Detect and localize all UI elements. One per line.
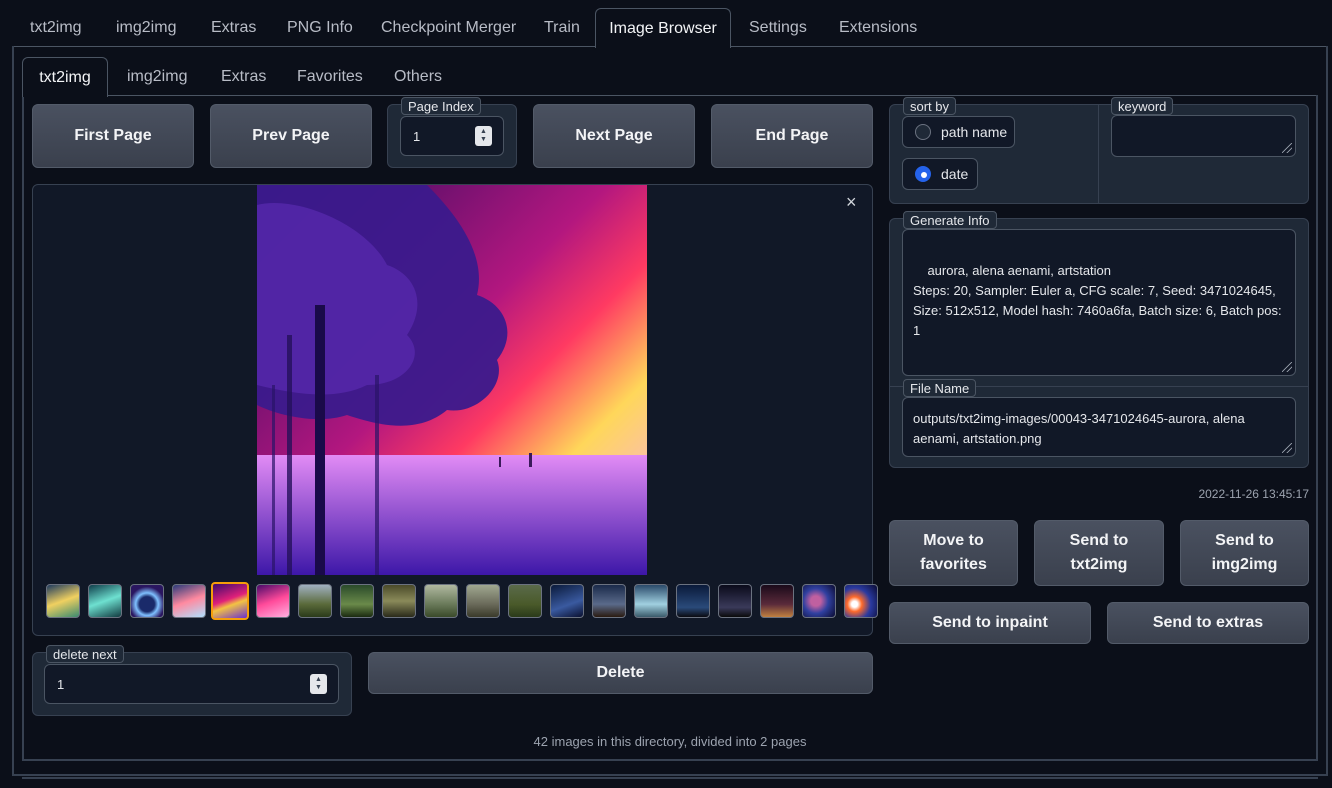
gallery-thumbnail[interactable] bbox=[298, 584, 332, 618]
tab-extensions[interactable]: Extensions bbox=[839, 8, 917, 46]
delete-next-input[interactable]: 1 bbox=[44, 664, 339, 704]
delete-next-stepper[interactable]: ▲ ▼ bbox=[310, 674, 327, 694]
gallery-thumbnail[interactable] bbox=[130, 584, 164, 618]
gallery-thumbnail[interactable] bbox=[508, 584, 542, 618]
sort-option-label: path name bbox=[941, 124, 1008, 140]
delete-button[interactable]: Delete bbox=[368, 652, 873, 694]
tab-image-browser[interactable]: Image Browser bbox=[595, 8, 731, 48]
tab-checkpoint-merger[interactable]: Checkpoint Merger bbox=[381, 8, 516, 46]
gallery-thumbnail[interactable] bbox=[46, 584, 80, 618]
gallery-thumbnail[interactable] bbox=[760, 584, 794, 618]
gallery-thumbnail[interactable] bbox=[424, 584, 458, 618]
subtab-extras[interactable]: Extras bbox=[221, 57, 266, 95]
tab-extras[interactable]: Extras bbox=[211, 8, 256, 46]
end-page-button[interactable]: End Page bbox=[711, 104, 873, 168]
radio-path-name-icon bbox=[915, 124, 931, 140]
resize-grip-icon[interactable] bbox=[1282, 143, 1292, 153]
prev-page-button[interactable]: Prev Page bbox=[210, 104, 372, 168]
page-index-value: 1 bbox=[413, 129, 421, 144]
resize-grip-icon[interactable] bbox=[1282, 443, 1292, 453]
generate-info-textarea[interactable]: aurora, alena aenami, artstation Steps: … bbox=[902, 229, 1296, 376]
next-page-button[interactable]: Next Page bbox=[533, 104, 695, 168]
gallery-thumbnail[interactable] bbox=[550, 584, 584, 618]
send-to-inpaint-button[interactable]: Send to inpaint bbox=[889, 602, 1091, 644]
keyword-label: keyword bbox=[1111, 97, 1174, 115]
keyword-input[interactable] bbox=[1111, 115, 1296, 157]
gallery-thumbnail[interactable] bbox=[718, 584, 752, 618]
subtab-favorites[interactable]: Favorites bbox=[297, 57, 363, 95]
send-to-extras-button[interactable]: Send to extras bbox=[1107, 602, 1309, 644]
gallery-thumbnail[interactable] bbox=[634, 584, 668, 618]
generate-info-label: Generate Info bbox=[903, 211, 997, 229]
timestamp: 2022-11-26 13:45:17 bbox=[1198, 487, 1309, 501]
resize-grip-icon[interactable] bbox=[1282, 362, 1292, 372]
sort-option-label: date bbox=[941, 166, 969, 182]
file-name-text: outputs/txt2img-images/00043-3471024645-… bbox=[913, 411, 1245, 446]
gallery-thumbnail[interactable] bbox=[340, 584, 374, 618]
radio-date-icon bbox=[915, 166, 931, 182]
sort-option-path-name[interactable]: path name bbox=[902, 116, 1015, 148]
generate-info-text: aurora, alena aenami, artstation Steps: … bbox=[913, 263, 1282, 338]
sort-label: sort by bbox=[903, 97, 957, 115]
gallery-thumbnail[interactable] bbox=[256, 584, 290, 618]
gallery-thumbnail[interactable] bbox=[88, 584, 122, 618]
send-to-img2img-button[interactable]: Send to img2img bbox=[1180, 520, 1309, 586]
gallery-thumbnail[interactable] bbox=[172, 584, 206, 618]
status-text: 42 images in this directory, divided int… bbox=[533, 734, 807, 749]
first-page-button[interactable]: First Page bbox=[32, 104, 194, 168]
tab-train[interactable]: Train bbox=[544, 8, 580, 46]
preview-art bbox=[257, 185, 647, 575]
bottom-divider bbox=[22, 777, 1318, 779]
page-index-stepper[interactable]: ▲ ▼ bbox=[475, 126, 492, 146]
tab-settings[interactable]: Settings bbox=[749, 8, 807, 46]
gallery-thumbnail[interactable] bbox=[676, 584, 710, 618]
gallery-thumbnail[interactable] bbox=[466, 584, 500, 618]
gallery-thumbnail[interactable] bbox=[382, 584, 416, 618]
subtab-others[interactable]: Others bbox=[394, 57, 442, 95]
tab-txt2img[interactable]: txt2img bbox=[30, 8, 82, 46]
sort-divider bbox=[1098, 105, 1099, 203]
subtab-img2img[interactable]: img2img bbox=[127, 57, 187, 95]
gallery-thumbnail[interactable] bbox=[211, 582, 249, 620]
send-to-txt2img-button[interactable]: Send to txt2img bbox=[1034, 520, 1164, 586]
gallery-thumbnail[interactable] bbox=[844, 584, 878, 618]
page-index-label: Page Index bbox=[401, 97, 481, 115]
file-name-textarea[interactable]: outputs/txt2img-images/00043-3471024645-… bbox=[902, 397, 1296, 457]
gallery-thumbnail[interactable] bbox=[592, 584, 626, 618]
sort-option-date[interactable]: date bbox=[902, 158, 978, 190]
delete-next-label: delete next bbox=[46, 645, 124, 663]
file-name-label: File Name bbox=[903, 379, 977, 397]
tab-png-info[interactable]: PNG Info bbox=[287, 8, 353, 46]
gallery-thumbnail[interactable] bbox=[802, 584, 836, 618]
preview-image[interactable] bbox=[257, 185, 647, 575]
move-to-favorites-button[interactable]: Move to favorites bbox=[889, 520, 1018, 586]
delete-next-value: 1 bbox=[57, 677, 65, 692]
tab-img2img[interactable]: img2img bbox=[116, 8, 176, 46]
close-icon[interactable]: × bbox=[846, 192, 857, 213]
subtab-txt2img[interactable]: txt2img bbox=[22, 57, 108, 97]
